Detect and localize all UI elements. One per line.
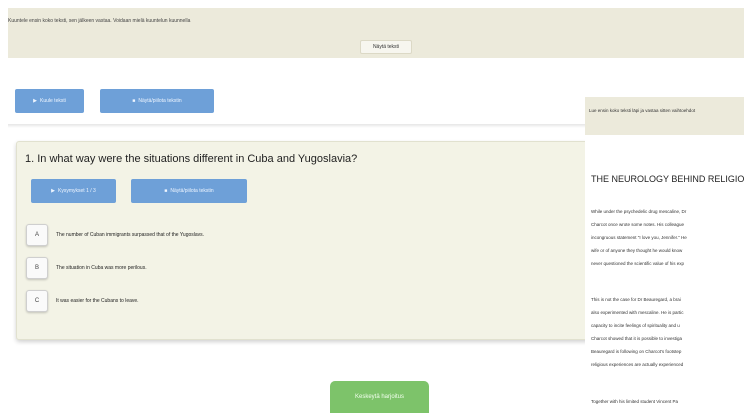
play-icon: ▶: [51, 188, 56, 194]
article-line: capacity to incite feelings of spiritual…: [591, 323, 680, 328]
article-line: wife or of anyone they thought he would …: [591, 248, 683, 253]
show-text-button[interactable]: Näytä teksti: [360, 40, 412, 54]
option-a-button[interactable]: A: [26, 224, 48, 246]
reading-panel-header: Lue ensin koko teksti läpi ja vastaa sit…: [585, 97, 744, 135]
square-icon: ■: [164, 188, 168, 194]
stop-exercise-button[interactable]: Keskeytä harjoitus: [330, 381, 429, 413]
question-title: 1. In what way were the situations diffe…: [25, 153, 358, 165]
option-c-text[interactable]: It was easier for the Cubans to leave.: [56, 298, 139, 304]
question-toggle-text-label: Näytä/piilota tekstin: [170, 188, 214, 194]
article-line: While under the psychedelic drug mescali…: [591, 209, 687, 214]
article-line: Charcot once wrote some notes. His colle…: [591, 222, 685, 227]
play-audio-label: Kuule teksti: [40, 98, 66, 104]
article-line: This is not the case for Dr Beauregard, …: [591, 297, 681, 302]
play-icon: ▶: [33, 98, 37, 104]
question-play-label: Kysymykset 1 / 3: [58, 188, 96, 194]
option-b-text[interactable]: The situation in Cuba was more perilous.: [56, 265, 147, 271]
instruction-banner: Kuuntele ensin koko teksti, sen jälkeen …: [8, 8, 744, 58]
option-a-text[interactable]: The number of Cuban immigrants surpassed…: [56, 232, 204, 238]
toggle-text-label: Näytä/piilota tekstin: [138, 98, 182, 104]
toggle-text-button[interactable]: ■ Näytä/piilota tekstin: [100, 89, 214, 113]
article-line: Together with his limited student Vincen…: [591, 399, 678, 404]
article-line: Charcot showed that it is possible to in…: [591, 336, 683, 341]
reading-panel: Lue ensin koko teksti läpi ja vastaa sit…: [585, 97, 744, 413]
play-audio-button[interactable]: ▶ Kuule teksti: [15, 89, 84, 113]
option-c-button[interactable]: C: [26, 290, 48, 312]
article-line: religious experiences are actually exper…: [591, 362, 684, 367]
article-line: incongruous statement "I love you, Jenni…: [591, 235, 687, 240]
article-line: Beauregard is following on Charcot's foo…: [591, 349, 682, 354]
reading-instructions: Lue ensin koko teksti läpi ja vastaa sit…: [589, 108, 696, 113]
article-title: THE NEUROLOGY BEHIND RELIGIOUS: [591, 174, 744, 184]
article-line: also experimented with mescaline. He is …: [591, 310, 684, 315]
question-toggle-text-button[interactable]: ■ Näytä/piilota tekstin: [131, 179, 247, 203]
instruction-text: Kuuntele ensin koko teksti, sen jälkeen …: [8, 18, 191, 24]
option-b-button[interactable]: B: [26, 257, 48, 279]
question-play-button[interactable]: ▶ Kysymykset 1 / 3: [31, 179, 116, 203]
square-icon: ■: [132, 98, 136, 104]
question-panel: 1. In what way were the situations diffe…: [16, 141, 596, 340]
article-line: never questioned the scientific value of…: [591, 261, 685, 266]
